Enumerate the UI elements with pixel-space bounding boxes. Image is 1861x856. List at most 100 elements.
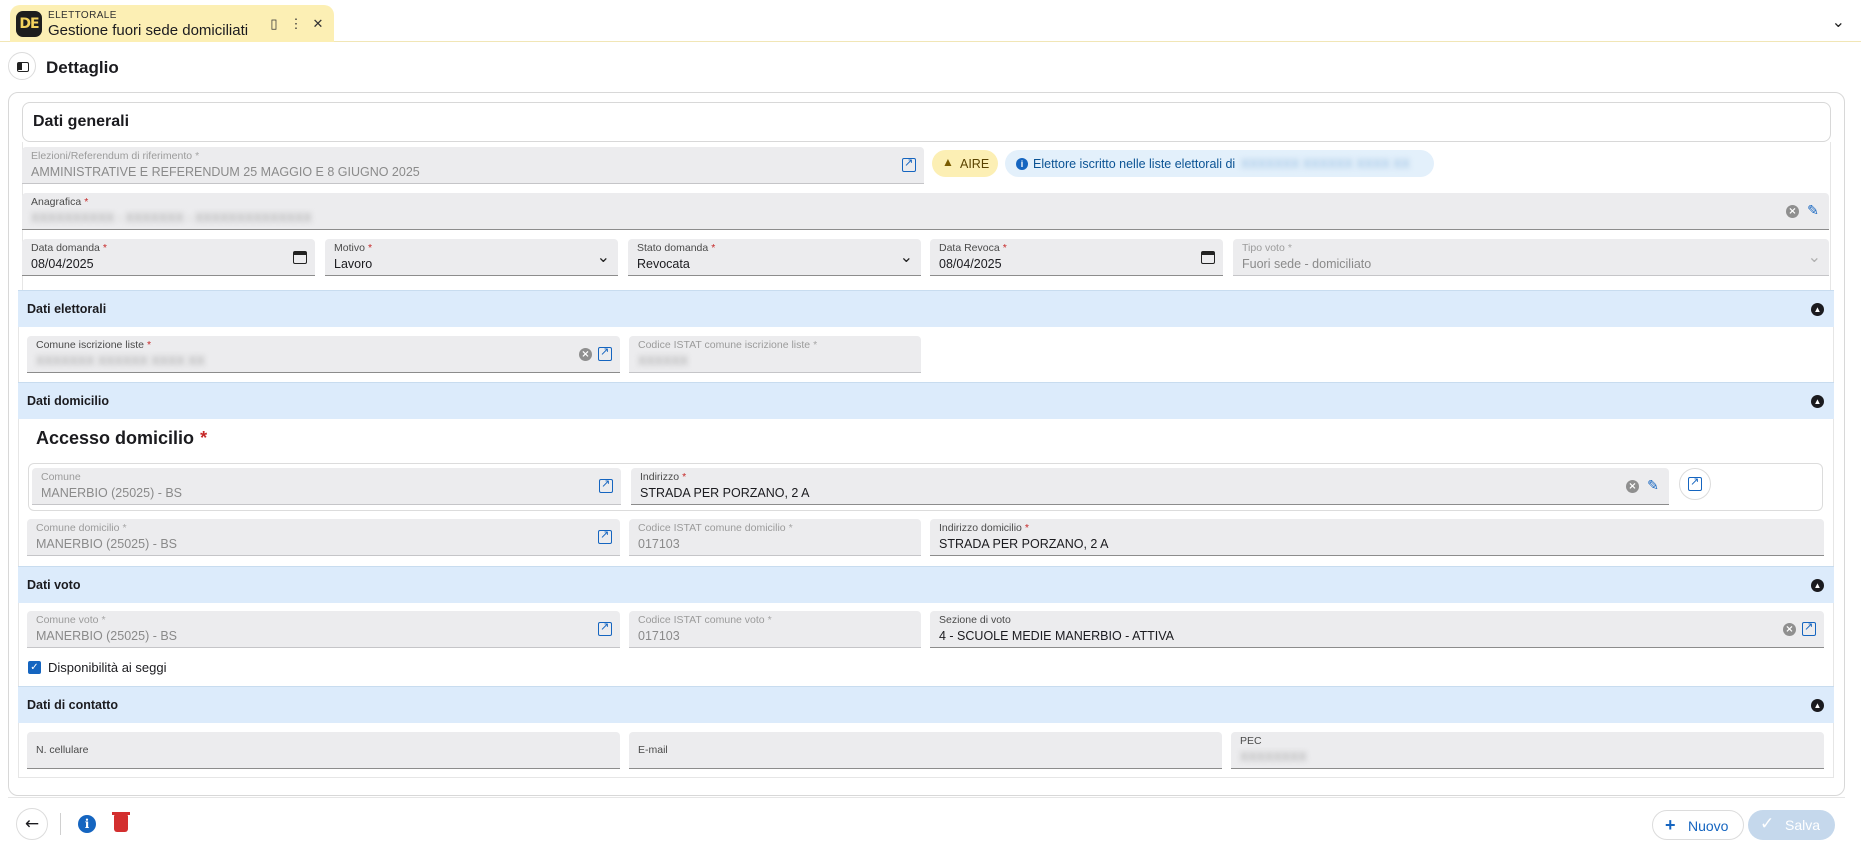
open-external-icon[interactable] (598, 527, 612, 544)
clear-icon[interactable]: × (579, 347, 592, 361)
codice-istat-domicilio-label: Codice ISTAT comune domicilio (638, 522, 786, 534)
sidebar-toggle-button[interactable] (8, 52, 36, 80)
collapse-icon[interactable]: ▲ (1811, 303, 1824, 316)
sezione-voto-value: 4 - SCUOLE MEDIE MANERBIO - ATTIVA (939, 629, 1174, 643)
chevron-down-icon[interactable]: ⌄ (597, 247, 610, 267)
section-title: Dati domicilio (27, 394, 109, 408)
section-dati-domicilio[interactable]: Dati domicilio ▲ (18, 382, 1834, 419)
anagrafica-value: XXXXXXXXXX - XXXXXXX - XXXXXXXXXXXXXX (31, 211, 312, 225)
codice-istat-voto-label: Codice ISTAT comune voto (638, 614, 765, 626)
elezioni-field[interactable]: Elezioni/Referendum di riferimento * AMMI… (22, 147, 924, 184)
email-label: E-mail (638, 744, 668, 756)
section-dati-elettorali[interactable]: Dati elettorali ▲ (18, 290, 1834, 327)
open-indirizzo-button[interactable] (1679, 468, 1711, 500)
tipo-voto-label: Tipo voto (1242, 242, 1285, 254)
tab-module-label: ELETTORALE (48, 10, 117, 21)
bookmark-icon[interactable]: ▯ (266, 16, 282, 32)
open-external-icon[interactable] (902, 155, 916, 172)
comune-domicilio-value: MANERBIO (25025) - BS (36, 537, 178, 551)
comune-value: MANERBIO (25025) - BS (41, 486, 183, 500)
open-external-icon[interactable] (598, 344, 612, 361)
elezioni-label: Elezioni/Referendum di riferimento (31, 150, 193, 162)
pec-label: PEC (1240, 735, 1262, 747)
tab-title: Gestione fuori sede domiciliati (48, 22, 249, 39)
dati-generali-header: Dati generali (22, 102, 1831, 142)
edit-icon[interactable]: ✎ (1805, 203, 1821, 219)
tipo-voto-select: Tipo voto * Fuori sede - domiciliato ⌄ (1233, 239, 1829, 276)
chevron-down-icon[interactable]: ⌄ (900, 247, 913, 267)
indirizzo-domicilio-field[interactable]: Indirizzo domicilio * STRADA PER PORZANO,… (930, 519, 1824, 556)
collapse-icon[interactable]: ▲ (1811, 395, 1824, 408)
cellulare-label: N. cellulare (36, 744, 89, 756)
comune-voto-field[interactable]: Comune voto * MANERBIO (25025) - BS (27, 611, 620, 648)
info-button[interactable]: i (78, 815, 96, 833)
comune-voto-label: Comune voto (36, 614, 99, 626)
comune-iscrizione-label: Comune iscrizione liste (36, 339, 144, 351)
elezioni-value: AMMINISTRATIVE E REFERENDUM 25 MAGGIO E … (31, 165, 420, 179)
info-badge-text: Elettore iscritto nelle liste elettorali… (1033, 157, 1236, 171)
codice-istat-iscrizione-field: Codice ISTAT comune iscrizione liste * XX… (629, 336, 921, 373)
data-revoca-label: Data Revoca (939, 242, 1000, 254)
comune-domicilio-field[interactable]: Comune domicilio * MANERBIO (25025) - BS (27, 519, 620, 556)
comune-label: Comune (41, 471, 81, 483)
pec-field[interactable]: PEC XXXXXXXX (1231, 732, 1824, 769)
disponibilita-label: Disponibilità ai seggi (48, 660, 167, 675)
clear-icon[interactable]: × (1786, 204, 1799, 218)
collapse-icon[interactable]: ▲ (1811, 699, 1824, 712)
delete-icon[interactable] (112, 812, 130, 832)
motivo-select[interactable]: Motivo * Lavoro ⌄ (325, 239, 618, 276)
indirizzo-label: Indirizzo (640, 471, 680, 483)
anagrafica-label: Anagrafica (31, 196, 82, 208)
data-domanda-field[interactable]: Data domanda * 08/04/2025 (22, 239, 315, 276)
calendar-icon[interactable] (1201, 250, 1215, 264)
data-domanda-label: Data domanda (31, 242, 100, 254)
email-field[interactable]: E-mail (629, 732, 1222, 769)
back-button[interactable]: ← (16, 808, 48, 840)
stato-domanda-select[interactable]: Stato domanda * Revocata ⌄ (628, 239, 921, 276)
open-external-icon[interactable] (1802, 619, 1816, 636)
comune-iscrizione-field[interactable]: Comune iscrizione liste * XXXXXXX XXXXXX … (27, 336, 620, 373)
open-external-icon[interactable] (598, 619, 612, 636)
data-revoca-value: 08/04/2025 (939, 257, 1002, 271)
codice-istat-voto-field: Codice ISTAT comune voto * 017103 (629, 611, 921, 648)
data-revoca-field[interactable]: Data Revoca * 08/04/2025 (930, 239, 1223, 276)
section-dati-voto[interactable]: Dati voto ▲ (18, 566, 1834, 603)
clear-icon[interactable]: × (1783, 622, 1796, 636)
calendar-icon[interactable] (293, 250, 307, 264)
chevron-down-icon[interactable]: ⌄ (1832, 12, 1845, 32)
chevron-down-icon: ⌄ (1807, 249, 1821, 266)
disponibilita-checkbox[interactable]: ✓ (28, 661, 41, 674)
sezione-voto-field[interactable]: Sezione di voto 4 - SCUOLE MEDIE MANERBI… (930, 611, 1824, 648)
collapse-icon[interactable]: ▲ (1811, 579, 1824, 592)
iscrizione-info-badge: i Elettore iscritto nelle liste elettora… (1005, 150, 1434, 177)
info-badge-value: XXXXXXX XXXXXX XXXX XX (1241, 157, 1410, 171)
more-vert-icon[interactable]: ⋮ (288, 16, 304, 32)
anagrafica-field[interactable]: Anagrafica * XXXXXXXXXX - XXXXXXX - XXXXX… (22, 193, 1829, 230)
page-header: Dettaglio (0, 50, 1861, 88)
comune-accesso-field[interactable]: Comune MANERBIO (25025) - BS (32, 468, 621, 505)
check-icon: ✓ (1760, 814, 1775, 834)
accesso-domicilio-title: Accesso domicilio * (36, 428, 208, 448)
nuovo-button[interactable]: + Nuovo (1652, 810, 1744, 840)
indirizzo-field[interactable]: Indirizzo * STRADA PER PORZANO, 2 A × ✎ (631, 468, 1669, 505)
plus-icon: + (1665, 815, 1676, 835)
cellulare-field[interactable]: N. cellulare (27, 732, 620, 769)
close-icon[interactable]: ✕ (310, 16, 326, 32)
codice-istat-domicilio-field: Codice ISTAT comune domicilio * 017103 (629, 519, 921, 556)
divider (60, 813, 61, 835)
sezione-voto-label: Sezione di voto (939, 614, 1011, 626)
clear-icon[interactable]: × (1626, 479, 1639, 493)
salva-button[interactable]: ✓ Salva (1748, 810, 1835, 840)
comune-domicilio-label: Comune domicilio (36, 522, 120, 534)
dati-generali-title: Dati generali (33, 113, 130, 130)
section-title: Dati elettorali (27, 302, 107, 316)
tab-gestione-fuori-sede[interactable]: DE ELETTORALE Gestione fuori sede domici… (10, 5, 334, 42)
warning-icon: ▲ (942, 155, 954, 169)
section-title: Dati voto (27, 578, 81, 592)
open-external-icon[interactable] (599, 476, 613, 493)
section-dati-contatto[interactable]: Dati di contatto ▲ (18, 686, 1834, 723)
edit-icon[interactable]: ✎ (1645, 478, 1661, 494)
arrow-left-icon: ← (24, 814, 40, 834)
indirizzo-domicilio-value: STRADA PER PORZANO, 2 A (939, 537, 1109, 551)
data-domanda-value: 08/04/2025 (31, 257, 94, 271)
